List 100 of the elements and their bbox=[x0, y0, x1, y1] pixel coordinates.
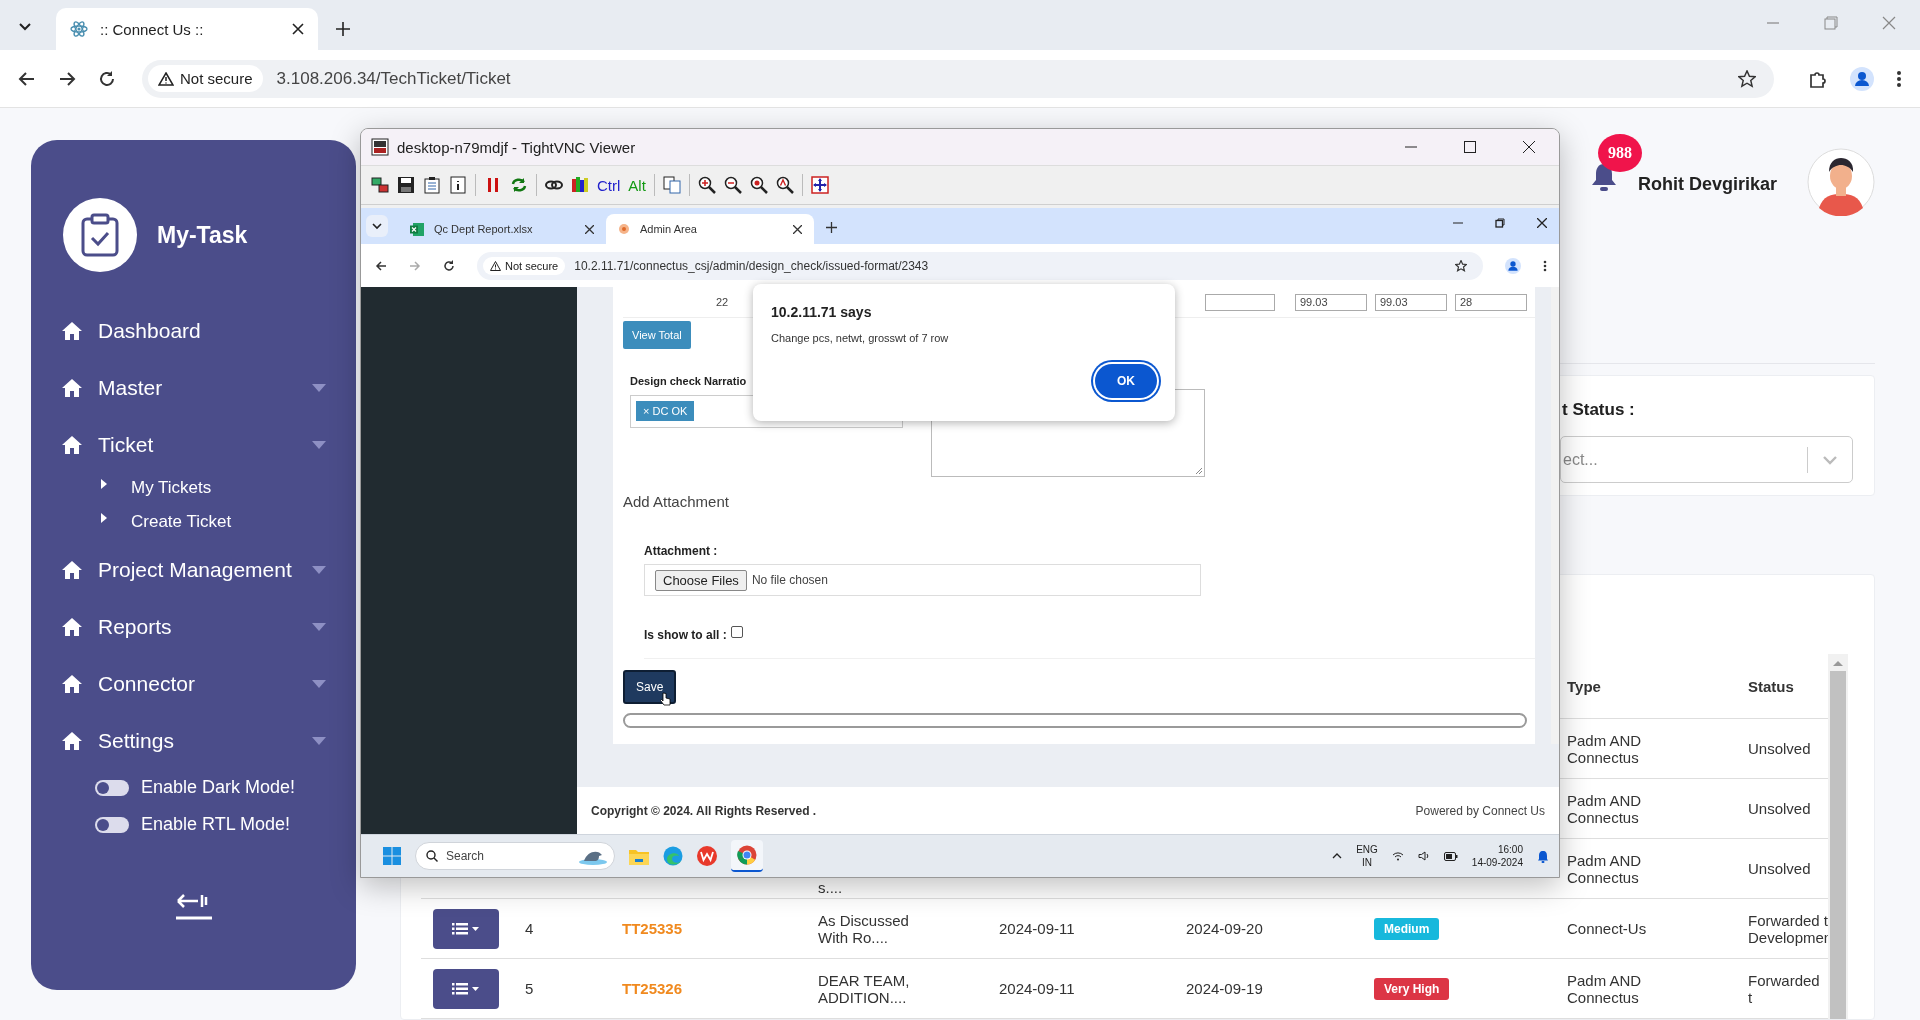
folder-icon[interactable] bbox=[629, 847, 649, 865]
bell-icon[interactable] bbox=[1537, 849, 1549, 863]
security-chip[interactable]: Not secure bbox=[148, 65, 263, 92]
brand-name: My-Task bbox=[157, 221, 248, 249]
scrollbar[interactable] bbox=[1551, 287, 1559, 744]
input-field[interactable]: 28 bbox=[1455, 293, 1527, 311]
dialog-title: 10.2.11.71 says bbox=[771, 304, 873, 320]
menu-item[interactable]: Master bbox=[61, 359, 326, 416]
file-field[interactable]: Choose Files No file chosen bbox=[644, 564, 1201, 596]
home-icon bbox=[61, 377, 83, 398]
table-cell-text: Padm AND Connectus bbox=[1567, 971, 1643, 1006]
close-icon[interactable] bbox=[292, 23, 304, 35]
maximize-icon[interactable] bbox=[1464, 141, 1476, 153]
forward-arrow-icon[interactable] bbox=[58, 69, 76, 88]
tab-title: Admin Area bbox=[640, 223, 698, 235]
search-icon bbox=[426, 850, 438, 862]
actions-button[interactable] bbox=[433, 908, 499, 949]
tab-list-icon[interactable] bbox=[18, 22, 32, 32]
search-field[interactable]: Search bbox=[415, 842, 615, 870]
table-cell: 5 bbox=[525, 980, 534, 997]
reload-icon[interactable] bbox=[98, 69, 116, 88]
zoom-fit-icon[interactable] bbox=[775, 176, 794, 194]
close-icon[interactable] bbox=[1523, 141, 1535, 153]
zoom-out-icon[interactable] bbox=[723, 176, 742, 194]
close-icon[interactable] bbox=[585, 224, 594, 234]
profile-icon[interactable] bbox=[1505, 257, 1521, 274]
ctrl-key-button[interactable]: Ctrl bbox=[597, 176, 621, 194]
toggle-switch[interactable] bbox=[95, 816, 129, 833]
resize-handle-icon[interactable] bbox=[1196, 468, 1202, 474]
input-field[interactable] bbox=[1205, 293, 1275, 311]
input-field[interactable]: 99.03 bbox=[1375, 293, 1447, 311]
more-icon[interactable] bbox=[1543, 259, 1547, 272]
floppy-icon[interactable] bbox=[397, 176, 415, 194]
browser-tab[interactable]: Qc Dept Report.xlsx bbox=[398, 214, 606, 244]
clipboard-icon[interactable] bbox=[423, 176, 441, 194]
refresh-icon[interactable] bbox=[510, 176, 528, 194]
table-cell-text: s.... bbox=[817, 879, 843, 896]
restore-icon[interactable] bbox=[1495, 218, 1505, 228]
chrome-taskbar-button[interactable] bbox=[731, 840, 763, 872]
tab-title: :: Connect Us :: bbox=[100, 20, 205, 38]
star-icon[interactable] bbox=[1738, 69, 1756, 88]
toggle-switch[interactable] bbox=[95, 779, 129, 796]
menu-item[interactable]: Settings bbox=[61, 712, 326, 769]
windows-start-icon[interactable] bbox=[383, 847, 401, 865]
new-tab-icon[interactable] bbox=[336, 22, 350, 36]
tab-list-button[interactable] bbox=[366, 215, 388, 237]
star-icon[interactable] bbox=[1455, 259, 1467, 272]
bell-icon[interactable] bbox=[1589, 162, 1618, 192]
view-total-button[interactable]: View Total bbox=[623, 321, 691, 349]
menu-item[interactable]: Reports bbox=[61, 598, 326, 655]
zoom-reset-icon[interactable] bbox=[749, 176, 768, 194]
security-chip[interactable]: Not secure bbox=[483, 256, 566, 275]
table-cell: Connect-Us bbox=[1567, 920, 1647, 937]
table-cell: 2024-09-19 bbox=[1186, 980, 1263, 997]
scrollbar[interactable] bbox=[623, 713, 1527, 728]
clock-time[interactable]: 16:00 bbox=[1497, 843, 1523, 856]
zoom-in-icon[interactable] bbox=[697, 176, 716, 194]
home-icon bbox=[61, 616, 83, 637]
url-text: 10.2.11.71/connectus_csj/admin/design_check/issued-format/2343 bbox=[574, 258, 930, 273]
fullscreen-icon[interactable] bbox=[810, 176, 829, 194]
save-button[interactable]: Save bbox=[623, 670, 677, 704]
tag-chip[interactable]: × DC OK bbox=[636, 401, 695, 421]
profile-icon[interactable] bbox=[1850, 66, 1874, 91]
browser-tab[interactable]: Admin Area bbox=[606, 214, 814, 244]
avatar[interactable] bbox=[1807, 148, 1875, 216]
copy-icon[interactable] bbox=[662, 176, 681, 194]
menu-item[interactable]: Dashboard bbox=[61, 302, 326, 359]
battery-icon[interactable] bbox=[1443, 851, 1458, 861]
speaker-icon[interactable] bbox=[1417, 851, 1430, 861]
reload-icon[interactable] bbox=[443, 259, 455, 272]
user-name: Rohit Devgirikar bbox=[1637, 174, 1777, 195]
scrollbar[interactable] bbox=[1828, 654, 1848, 1019]
back-arrow-icon[interactable] bbox=[375, 259, 387, 272]
clock-date[interactable]: 14-09-2024 bbox=[1471, 856, 1523, 869]
info-icon[interactable] bbox=[449, 176, 467, 194]
browser-tab[interactable]: :: Connect Us :: bbox=[56, 8, 318, 50]
site-icon bbox=[618, 223, 630, 235]
home-icon bbox=[61, 434, 83, 455]
color-bars-icon[interactable] bbox=[571, 176, 589, 194]
toggle-label: Enable RTL Mode! bbox=[141, 814, 291, 835]
wps-office-icon[interactable] bbox=[697, 846, 717, 866]
status-select[interactable]: ect... bbox=[1560, 436, 1853, 484]
wifi-icon[interactable] bbox=[1391, 851, 1404, 861]
screens-icon[interactable] bbox=[371, 176, 389, 194]
actions-button[interactable] bbox=[433, 968, 499, 1009]
input-field[interactable]: 99.03 bbox=[1295, 293, 1367, 311]
sign-out-icon[interactable] bbox=[175, 891, 212, 921]
menu-item[interactable]: Connector bbox=[61, 655, 326, 712]
language-indicator[interactable]: ENG bbox=[1356, 843, 1378, 856]
new-tab-icon[interactable] bbox=[826, 222, 837, 233]
address-bar[interactable]: Not secure 10.2.11.71/connectus_csj/admin/design_check/issued-format/2343 bbox=[477, 251, 1483, 280]
close-icon[interactable] bbox=[1537, 218, 1547, 228]
chevron-up-icon[interactable] bbox=[1332, 853, 1343, 859]
region-indicator[interactable]: IN bbox=[1362, 856, 1372, 869]
more-icon[interactable] bbox=[1896, 69, 1902, 88]
back-arrow-icon[interactable] bbox=[18, 69, 36, 88]
menu-item[interactable]: Project Management bbox=[61, 541, 326, 598]
close-icon[interactable] bbox=[793, 224, 802, 234]
checkbox[interactable] bbox=[730, 626, 743, 638]
address-bar[interactable]: Not secure 3.108.206.34/TechTicket/Ticket bbox=[142, 59, 1774, 98]
